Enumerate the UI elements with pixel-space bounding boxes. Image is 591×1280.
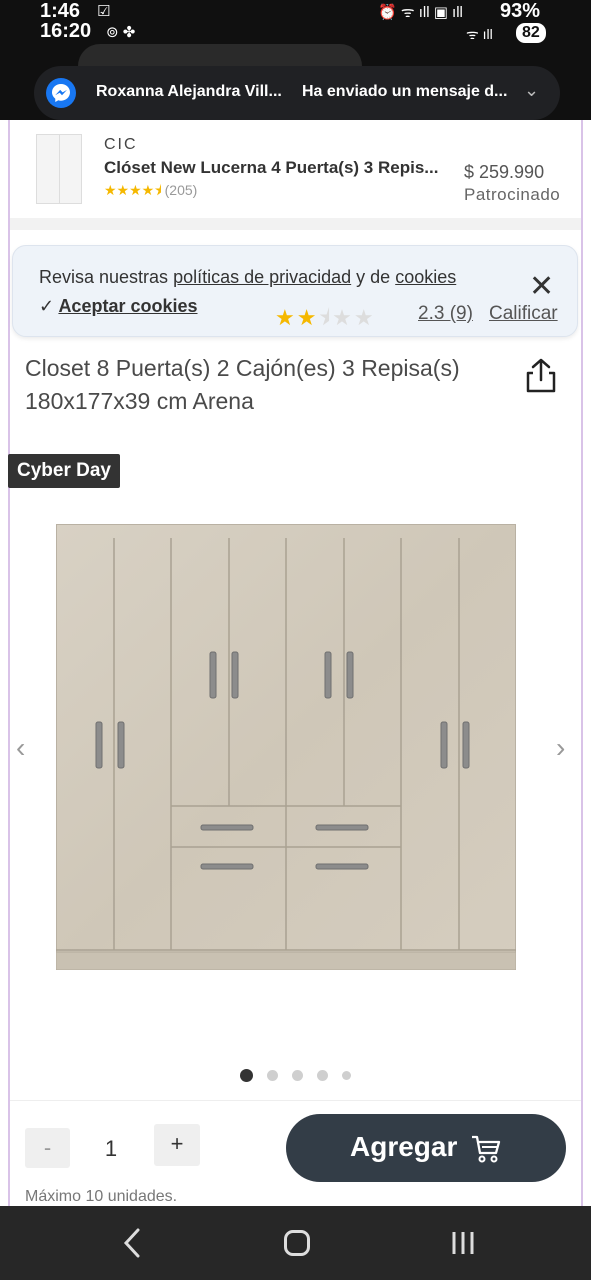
checkbox-icon: ☑ xyxy=(97,3,111,20)
cookie-text-prefix: Revisa nuestras xyxy=(39,267,174,287)
sponsored-product-image[interactable] xyxy=(36,134,82,204)
battery-bottom: 82 xyxy=(516,23,546,43)
battery-top: 93% xyxy=(500,0,541,22)
cookies-link[interactable]: cookies xyxy=(395,267,456,287)
close-icon[interactable]: ✕ xyxy=(529,272,554,302)
check-icon: ✓ xyxy=(39,296,55,316)
notification-message: Ha enviado un mensaje d... xyxy=(302,83,508,100)
sponsored-price: $ 259.990 xyxy=(464,162,545,182)
system-nav-bar xyxy=(0,1206,591,1280)
message-notification[interactable]: Roxanna Alejandra Vill... Ha enviado un … xyxy=(34,66,560,120)
quantity-value[interactable]: 1 xyxy=(96,1136,126,1162)
carousel-dot[interactable] xyxy=(267,1069,278,1081)
sponsored-rating-count: (205) xyxy=(164,182,198,198)
signal-wifi-icons: ⏰ ᯤ ıll ▣ ıll xyxy=(378,4,463,21)
recent-apps-icon[interactable] xyxy=(450,1230,476,1256)
max-quantity-note: Máximo 10 unidades. xyxy=(25,1188,178,1205)
share-icon[interactable] xyxy=(524,358,558,394)
sponsored-tag: Patrocinado xyxy=(464,185,561,204)
carousel-dot[interactable] xyxy=(292,1069,303,1081)
quantity-decrease-button[interactable]: - xyxy=(25,1128,70,1168)
page-edge-right xyxy=(581,120,583,1210)
section-separator xyxy=(10,218,581,230)
privacy-policy-link[interactable]: políticas de privacidad xyxy=(173,267,351,287)
promo-badge: Cyber Day xyxy=(8,454,120,488)
accept-cookies-label: Aceptar cookies xyxy=(58,296,198,316)
product-title: Closet 8 Puerta(s) 2 Cajón(es) 3 Repisa(… xyxy=(25,355,460,414)
home-icon[interactable] xyxy=(284,1230,310,1256)
carousel-dot[interactable] xyxy=(240,1068,253,1082)
chevron-down-icon[interactable]: ⌄ xyxy=(524,80,539,101)
messenger-icon xyxy=(46,78,76,108)
product-rating-stars: ★★⯨★★ xyxy=(275,305,376,330)
wifi-signal-icon: ᯤ ıll xyxy=(466,26,493,42)
messenger-fan-icon: ⊚ ✤ xyxy=(106,24,136,41)
page-edge-left xyxy=(8,120,10,1210)
image-carousel-dots xyxy=(240,1068,351,1082)
quantity-increase-button[interactable]: + xyxy=(154,1124,200,1166)
cart-icon xyxy=(472,1135,501,1163)
sponsored-product[interactable]: CIC Clóset New Lucerna 4 Puerta(s) 3 Rep… xyxy=(10,122,581,218)
rating-summary[interactable]: 2.3 (9) xyxy=(418,303,473,325)
carousel-dot[interactable] xyxy=(342,1070,351,1080)
product-image[interactable] xyxy=(56,524,516,970)
star-icon: ★★★★⯨ xyxy=(104,182,162,198)
status-time-bottom: 16:20 xyxy=(40,20,92,42)
cookie-text-middle: y de xyxy=(351,267,396,287)
carousel-dot[interactable] xyxy=(317,1069,328,1081)
back-icon[interactable] xyxy=(120,1226,144,1260)
accept-cookies-button[interactable]: ✓ Aceptar cookies xyxy=(39,296,198,317)
sponsored-brand: CIC xyxy=(104,136,138,153)
prev-image-arrow[interactable]: ‹ xyxy=(16,732,25,764)
add-to-cart-button[interactable]: Agregar xyxy=(286,1114,566,1182)
notification-sender: Roxanna Alejandra Vill... xyxy=(96,83,282,100)
next-image-arrow[interactable]: › xyxy=(556,732,565,764)
cookie-banner: Revisa nuestras políticas de privacidad … xyxy=(12,245,578,337)
add-to-cart-label: Agregar xyxy=(350,1131,458,1162)
rate-link[interactable]: Calificar xyxy=(489,303,558,325)
sponsored-rating: ★★★★⯨ (205) xyxy=(104,180,197,204)
cookie-text: Revisa nuestras políticas de privacidad … xyxy=(39,267,456,288)
sponsored-name[interactable]: Clóset New Lucerna 4 Puerta(s) 3 Repis..… xyxy=(104,158,438,178)
